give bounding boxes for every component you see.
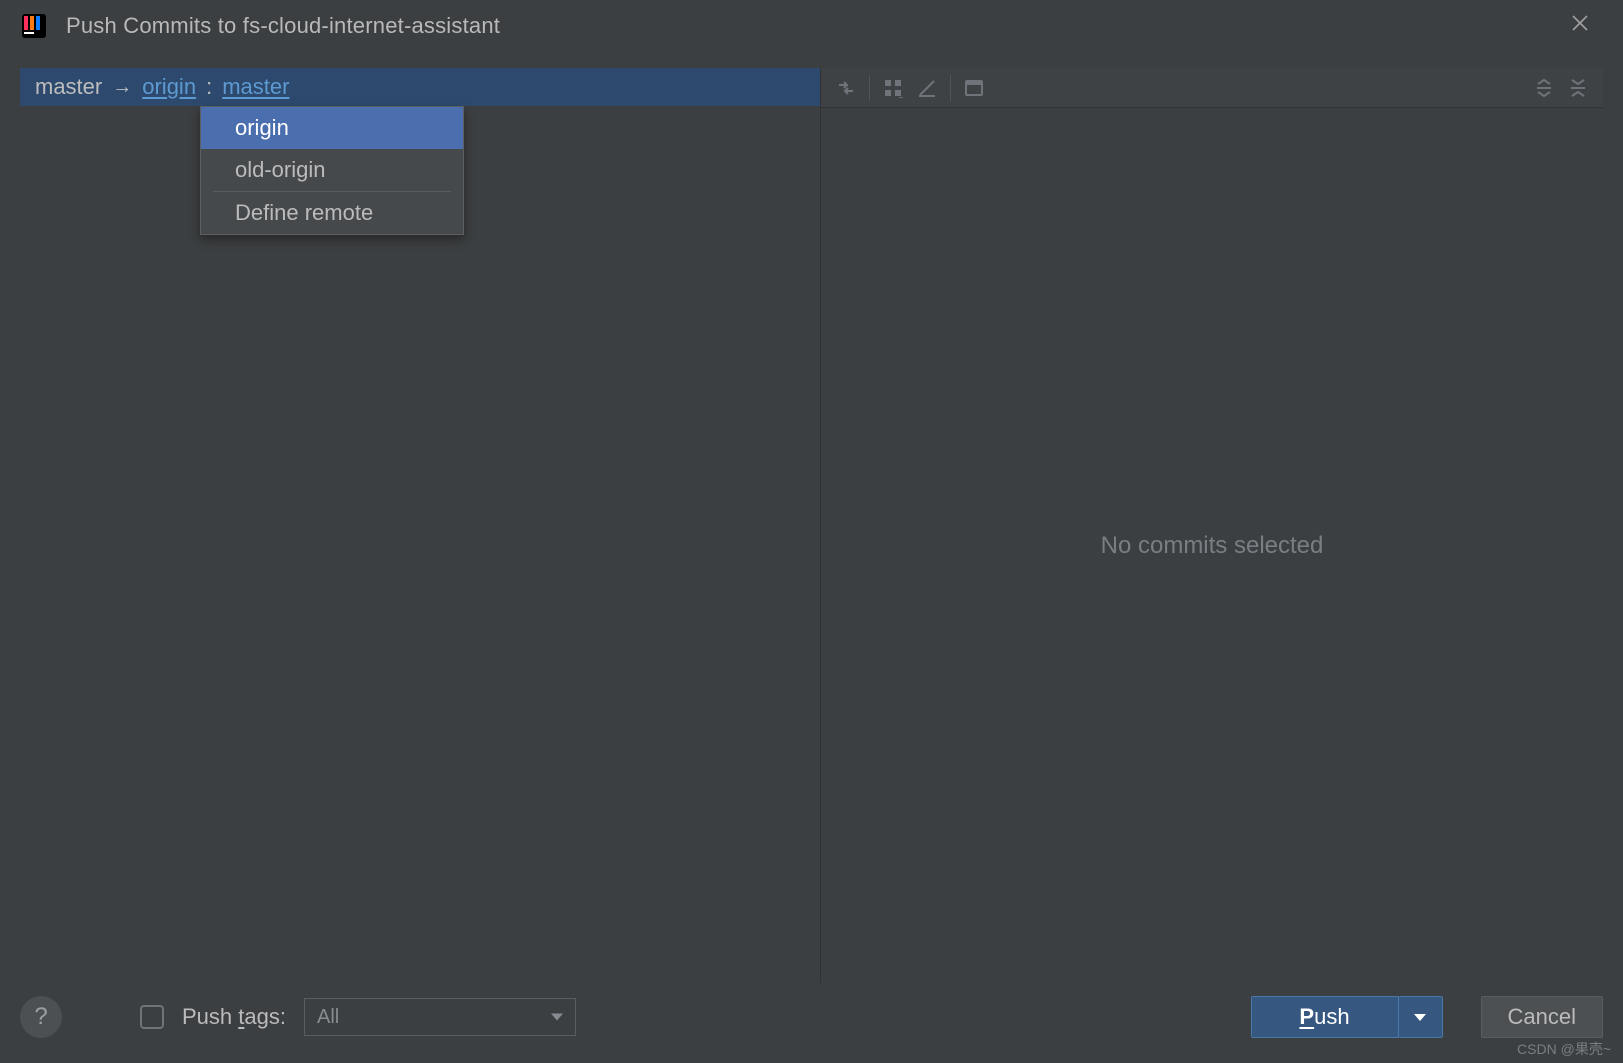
- push-button-mnemonic: P: [1299, 1004, 1314, 1030]
- help-button[interactable]: ?: [20, 996, 62, 1038]
- toolbar-separator: [869, 75, 870, 101]
- remote-name-link[interactable]: origin: [142, 74, 196, 100]
- titlebar: Push Commits to fs-cloud-internet-assist…: [0, 0, 1623, 52]
- close-icon[interactable]: [1571, 14, 1595, 38]
- push-button[interactable]: Push: [1251, 996, 1399, 1038]
- branch-colon: :: [206, 74, 212, 100]
- expand-all-icon[interactable]: [1527, 73, 1561, 103]
- push-tags-select[interactable]: All: [304, 998, 576, 1036]
- push-tags-label-pre: Push: [182, 1004, 238, 1029]
- push-tags-checkbox[interactable]: [140, 1005, 164, 1029]
- remote-option-define-remote[interactable]: Define remote: [201, 192, 463, 234]
- chevron-down-icon: [1414, 1014, 1426, 1021]
- commits-pane: master → origin : master origin old-orig…: [20, 68, 820, 983]
- details-body: No commits selected: [821, 108, 1603, 983]
- remote-dropdown[interactable]: origin old-origin Define remote: [200, 106, 464, 235]
- local-branch-label: master: [35, 74, 102, 100]
- push-tags-label: Push tags:: [182, 1004, 286, 1030]
- chevron-down-icon: [551, 1014, 563, 1021]
- dialog-footer: ? Push tags: All Push Cancel: [20, 991, 1603, 1043]
- toolbar-separator: [950, 75, 951, 101]
- push-split-button: Push: [1251, 996, 1443, 1038]
- collapse-all-icon[interactable]: [1561, 73, 1595, 103]
- edit-icon[interactable]: [910, 73, 944, 103]
- watermark: CSDN @果壳~: [1517, 1039, 1611, 1059]
- remote-branch-link[interactable]: master: [222, 74, 289, 100]
- remote-option-old-origin[interactable]: old-origin: [201, 149, 463, 191]
- remote-option-origin[interactable]: origin: [201, 107, 463, 149]
- details-pane: No commits selected: [820, 68, 1603, 983]
- intellij-app-icon: [20, 12, 48, 40]
- push-tags-select-value: All: [317, 1006, 339, 1029]
- push-button-rest: ush: [1314, 1004, 1349, 1030]
- group-by-icon[interactable]: [876, 73, 910, 103]
- diff-toolbar: [821, 68, 1603, 108]
- arrow-right-icon: →: [112, 76, 132, 99]
- cancel-button[interactable]: Cancel: [1481, 996, 1603, 1038]
- preview-diff-icon[interactable]: [957, 73, 991, 103]
- swap-panes-icon[interactable]: [829, 73, 863, 103]
- push-button-dropdown[interactable]: [1399, 996, 1443, 1038]
- content-split: master → origin : master origin old-orig…: [20, 68, 1603, 983]
- no-commits-label: No commits selected: [1101, 532, 1324, 560]
- branch-mapping-row[interactable]: master → origin : master: [20, 68, 820, 106]
- push-tags-label-post: ags:: [244, 1004, 286, 1029]
- window-title: Push Commits to fs-cloud-internet-assist…: [66, 13, 500, 39]
